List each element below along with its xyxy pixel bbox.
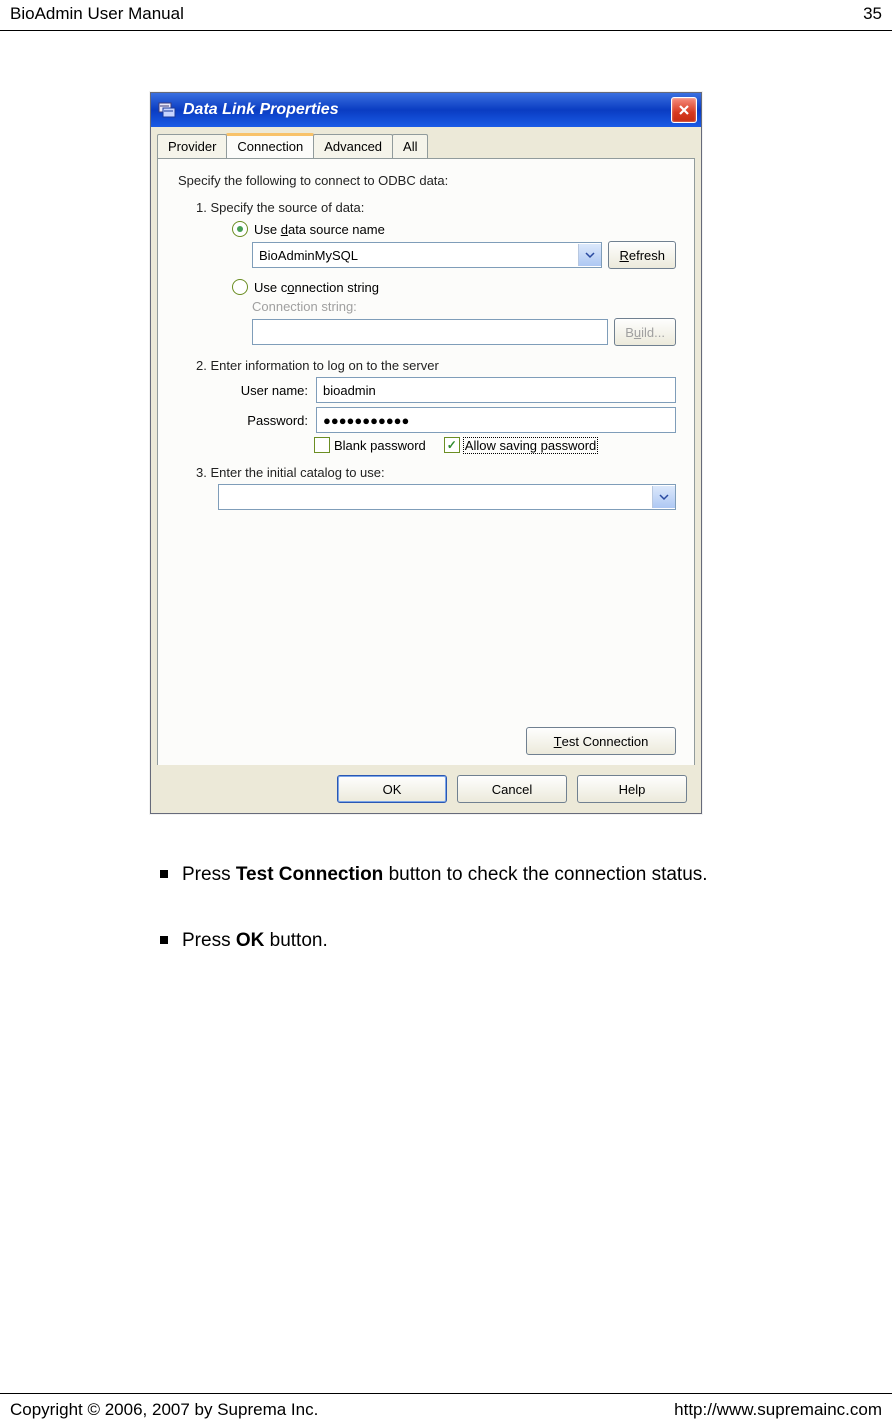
dialog-button-bar: OK Cancel Help xyxy=(151,765,701,813)
initial-catalog-dropdown[interactable] xyxy=(218,484,676,510)
tab-provider[interactable]: Provider xyxy=(157,134,227,159)
header-title: BioAdmin User Manual xyxy=(10,4,184,24)
titlebar[interactable]: Data Link Properties xyxy=(151,93,701,127)
username-input[interactable]: bioadmin xyxy=(316,377,676,403)
dsn-value: BioAdminMySQL xyxy=(259,248,358,263)
chevron-down-icon[interactable] xyxy=(578,244,601,266)
radio-use-dsn[interactable] xyxy=(232,221,248,237)
intro-text: Specify the following to connect to ODBC… xyxy=(178,173,676,188)
cancel-button[interactable]: Cancel xyxy=(457,775,567,803)
blank-password-checkbox[interactable] xyxy=(314,437,330,453)
allow-saving-password-checkbox[interactable] xyxy=(444,437,460,453)
copyright-text: Copyright © 2006, 2007 by Suprema Inc. xyxy=(10,1400,318,1420)
instruction-text-1: Press Test Connection button to check th… xyxy=(182,860,708,890)
password-input[interactable]: ●●●●●●●●●●● xyxy=(316,407,676,433)
tabstrip: Provider Connection Advanced All xyxy=(151,127,701,158)
bullet-icon xyxy=(160,870,168,878)
bullet-icon xyxy=(160,936,168,944)
step1-label: 1. Specify the source of data: xyxy=(196,200,676,215)
radio-use-dsn-row[interactable]: Use data source name xyxy=(232,221,676,237)
database-icon xyxy=(157,100,177,120)
window-title: Data Link Properties xyxy=(183,101,671,119)
radio-use-cs-row[interactable]: Use connection string xyxy=(232,279,676,295)
help-button[interactable]: Help xyxy=(577,775,687,803)
tab-advanced[interactable]: Advanced xyxy=(313,134,393,159)
refresh-button[interactable]: Refresh xyxy=(608,241,676,269)
page-number: 35 xyxy=(863,4,882,24)
chevron-down-icon[interactable] xyxy=(652,486,675,508)
connection-string-input xyxy=(252,319,608,345)
ok-button[interactable]: OK xyxy=(337,775,447,803)
footer-url: http://www.supremainc.com xyxy=(674,1400,882,1420)
close-button[interactable] xyxy=(671,97,697,123)
close-icon xyxy=(678,104,690,116)
dsn-dropdown[interactable]: BioAdminMySQL xyxy=(252,242,602,268)
step2-label: 2. Enter information to log on to the se… xyxy=(196,358,676,373)
data-link-properties-dialog: Data Link Properties Provider Connection… xyxy=(150,92,702,814)
tab-all[interactable]: All xyxy=(392,134,428,159)
radio-use-dsn-label: Use data source name xyxy=(254,222,385,237)
instruction-text-2: Press OK button. xyxy=(182,926,328,956)
page-header: BioAdmin User Manual 35 xyxy=(0,0,892,31)
step3-label: 3. Enter the initial catalog to use: xyxy=(196,465,676,480)
password-label: Password: xyxy=(218,413,308,428)
instruction-item-2: Press OK button. xyxy=(160,926,832,956)
username-label: User name: xyxy=(218,383,308,398)
connection-string-label: Connection string: xyxy=(252,299,676,314)
page-footer: Copyright © 2006, 2007 by Suprema Inc. h… xyxy=(0,1393,892,1426)
tab-connection[interactable]: Connection xyxy=(226,133,314,158)
radio-use-cs-label: Use connection string xyxy=(254,280,379,295)
build-button: Build... xyxy=(614,318,676,346)
allow-saving-password-label: Allow saving password xyxy=(464,438,598,453)
test-connection-button[interactable]: Test Connection xyxy=(526,727,676,755)
instructions-block: Press Test Connection button to check th… xyxy=(160,860,832,993)
instruction-item-1: Press Test Connection button to check th… xyxy=(160,860,832,890)
connection-panel: Specify the following to connect to ODBC… xyxy=(157,158,695,774)
blank-password-label: Blank password xyxy=(334,438,426,453)
radio-use-cs[interactable] xyxy=(232,279,248,295)
